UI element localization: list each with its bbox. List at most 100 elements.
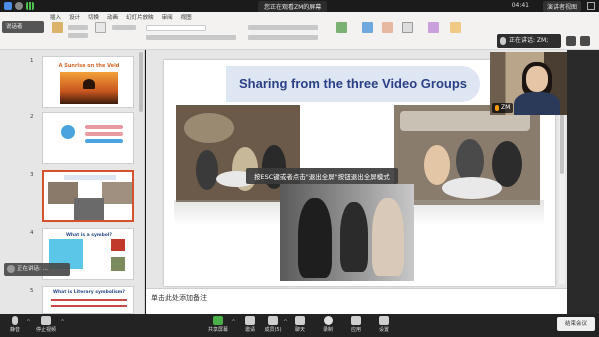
participants-label: 成员(5) [264, 327, 282, 333]
shapes-button[interactable] [382, 22, 393, 34]
mute-label: 静音 [9, 327, 20, 333]
shield-icon[interactable] [4, 2, 12, 10]
slide-title[interactable]: Sharing from the three Video Groups [226, 76, 480, 91]
font-format-buttons[interactable] [146, 35, 236, 40]
slide-thumbnail-5[interactable]: What is Literary symbolism? [42, 286, 134, 314]
tab-slideshow[interactable]: 幻灯片放映 [126, 13, 154, 21]
font-name-field[interactable] [146, 25, 206, 31]
photo-shape [340, 202, 368, 272]
textbox-button[interactable] [402, 22, 413, 34]
picture-button[interactable] [362, 22, 373, 34]
tab-insert[interactable]: 插入 [50, 13, 61, 21]
thumb-image [111, 239, 125, 251]
speaker-indicator-left: 说话者 [2, 21, 44, 33]
view-options-button[interactable]: 演讲者视图 [542, 1, 581, 12]
video-options-caret[interactable]: ^ [60, 319, 65, 326]
participant-name: ZM [501, 104, 511, 111]
participant-video[interactable]: ZM [490, 52, 567, 115]
camera-icon [41, 316, 51, 325]
photo-shape [184, 113, 234, 143]
notes-pane[interactable]: 单击此处添加备注 [146, 288, 567, 314]
thumb-line [85, 132, 123, 136]
smartart-icon [336, 22, 347, 33]
fullscreen-icon[interactable] [587, 2, 595, 10]
fullscreen-exit-tip: 按ESC键或者点击"退出全屏"按钮退出全屏模式 [246, 168, 398, 184]
slide-thumbnail-2[interactable] [42, 112, 134, 164]
thumb-line [85, 139, 123, 143]
photo-shape [372, 198, 404, 276]
expand-icon[interactable] [580, 36, 590, 46]
thumb-number: 5 [30, 288, 34, 294]
align-buttons[interactable] [248, 35, 318, 40]
thumb-number: 3 [30, 172, 34, 178]
thumb-title: A Sunrise on the Veld [58, 63, 120, 69]
tab-transitions[interactable]: 切换 [88, 13, 99, 21]
mic-icon [495, 104, 499, 111]
paragraph-buttons[interactable] [248, 25, 318, 30]
invite-label: 邀请 [244, 327, 255, 333]
info-icon[interactable] [15, 2, 23, 10]
thumbnails-scrollbar[interactable] [139, 52, 143, 112]
stop-video-label: 停止视频 [35, 327, 56, 333]
quick-styles-button[interactable] [450, 22, 461, 34]
settings-button[interactable]: 设置 [369, 316, 399, 333]
thumb-title: What is Literary symbolism? [53, 290, 125, 295]
photo-shape [196, 150, 218, 190]
video-person-body [514, 92, 560, 115]
paste-button[interactable] [52, 22, 63, 34]
grid-icon[interactable] [566, 36, 576, 46]
share-screen-button[interactable]: 共享屏幕 [203, 316, 233, 333]
thumb-image [111, 257, 125, 271]
settings-label: 设置 [378, 327, 389, 333]
participants-icon [268, 316, 278, 325]
thumb-title: What is a symbol? [65, 233, 113, 238]
slide-thumbnail-3[interactable] [42, 170, 134, 222]
new-slide-button[interactable] [95, 22, 106, 34]
styles-icon [450, 22, 461, 33]
record-label: 录制 [322, 327, 333, 333]
invite-icon [245, 316, 255, 325]
tab-review[interactable]: 审阅 [162, 13, 173, 21]
tab-view[interactable]: 视图 [181, 13, 192, 21]
apps-label: 应用 [350, 327, 361, 333]
new-slide-icon [95, 22, 106, 33]
share-screen-icon [213, 316, 223, 325]
group-photo-3[interactable] [280, 184, 414, 281]
participant-name-tag: ZM [492, 103, 514, 113]
gear-icon [379, 316, 389, 325]
thumb-line [51, 299, 127, 301]
thumb-photo [102, 182, 132, 204]
mini-speaker-label: 正在讲话: ... [17, 266, 48, 272]
avatar [7, 265, 15, 273]
end-meeting-button[interactable]: 结束会议 [557, 317, 595, 331]
convert-smartart-button[interactable] [336, 22, 347, 34]
tab-design[interactable]: 设计 [69, 13, 80, 21]
copy-button[interactable] [68, 33, 88, 38]
group-photo-2[interactable] [394, 105, 540, 205]
window-title: 您正在观看ZM的屏幕 [258, 1, 328, 12]
chat-button[interactable]: 聊天 [285, 316, 315, 333]
record-button[interactable]: 录制 [313, 316, 343, 333]
notes-placeholder: 单击此处添加备注 [151, 294, 207, 302]
photo-shape [492, 141, 522, 187]
thumb-line [51, 305, 127, 307]
stop-video-button[interactable]: 停止视频 [31, 316, 61, 333]
cut-button[interactable] [68, 25, 88, 30]
apps-icon [351, 316, 361, 325]
slide-thumbnail-1[interactable]: A Sunrise on the Veld [42, 56, 134, 108]
arrange-button[interactable] [428, 22, 439, 34]
thumb-photo [74, 198, 104, 220]
signal-icon[interactable] [26, 2, 34, 10]
thumb-title [64, 175, 116, 180]
scrollbar-thumb[interactable] [560, 114, 564, 174]
thumb-number: 2 [30, 114, 34, 120]
video-person-face [526, 66, 548, 92]
layout-button[interactable] [112, 25, 136, 30]
tree-silhouette [83, 79, 95, 89]
tab-animations[interactable]: 动画 [107, 13, 118, 21]
mic-icon [500, 37, 506, 45]
apps-button[interactable]: 应用 [341, 316, 371, 333]
photo-shape [424, 145, 450, 185]
app-window: 您正在观看ZM的屏幕 04:41 演讲者视图 插入 设计 切换 动画 幻灯片放映… [0, 0, 599, 337]
paste-icon [52, 22, 63, 33]
